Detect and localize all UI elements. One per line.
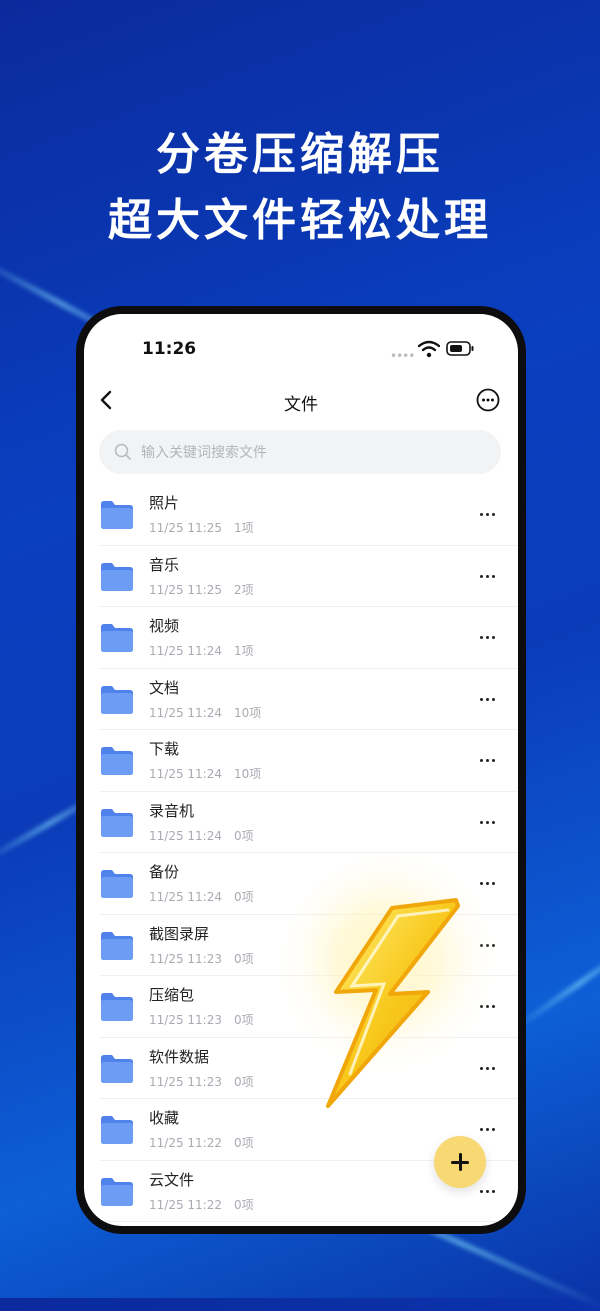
folder-name: 备份 — [149, 863, 180, 881]
more-icon[interactable] — [474, 748, 502, 772]
more-icon[interactable] — [474, 687, 502, 711]
folder-date: 11/25 11:23 — [149, 951, 222, 966]
folder-meta: 11/25 11:23 0项 — [149, 1011, 254, 1028]
page-title: 文件 — [284, 395, 318, 415]
folder-meta: 11/25 11:25 2项 — [149, 581, 254, 598]
folder-count: 0项 — [233, 828, 254, 843]
phone-screen: 11:26 •••• 文件 输入关键词搜索文件 照片 11/25 11:25 1… — [84, 314, 518, 1226]
folder-count: 0项 — [233, 951, 254, 966]
status-bar: 11:26 •••• — [84, 314, 518, 364]
folder-name: 视频 — [149, 617, 180, 635]
more-icon[interactable] — [474, 1117, 502, 1141]
nav-bar: 文件 — [84, 376, 518, 424]
folder-icon — [101, 1177, 133, 1206]
list-item[interactable]: 软件数据 11/25 11:23 0项 — [99, 1038, 518, 1099]
folder-date: 11/25 11:23 — [149, 1074, 222, 1089]
folder-date: 11/25 11:24 — [149, 644, 222, 658]
folder-icon — [101, 747, 133, 775]
search-input[interactable] — [139, 430, 483, 476]
more-icon[interactable] — [474, 871, 502, 895]
folder-name: 云文件 — [149, 1170, 195, 1189]
list-item[interactable]: 备份 11/25 11:24 0项 — [99, 853, 518, 915]
folder-icon — [101, 685, 133, 714]
folder-count: 2项 — [233, 582, 254, 597]
folder-count: 0项 — [233, 1013, 254, 1027]
folder-icon — [101, 808, 133, 837]
folder-name: 截图录屏 — [149, 924, 210, 943]
more-icon[interactable] — [474, 994, 502, 1018]
folder-date: 11/25 11:23 — [149, 1013, 222, 1027]
folder-icon — [101, 870, 133, 898]
folder-icon — [101, 501, 133, 529]
more-icon[interactable] — [474, 933, 502, 957]
folder-icon — [101, 562, 133, 591]
wifi-icon — [418, 340, 440, 358]
status-time: 11:26 — [142, 339, 197, 359]
list-item[interactable]: 录音机 11/25 11:24 0项 — [99, 792, 518, 853]
add-button[interactable] — [434, 1136, 486, 1188]
folder-name: 录音机 — [149, 801, 195, 820]
folder-name: 文档 — [149, 678, 180, 697]
folder-name: 下载 — [149, 740, 180, 758]
signal-dots: •••• — [390, 349, 415, 363]
promo-headline-line2: 超大文件轻松处理 — [108, 195, 492, 246]
folder-name: 照片 — [149, 494, 180, 512]
folder-date: 11/25 11:24 — [149, 828, 222, 843]
folder-date: 11/25 11:22 — [149, 1136, 222, 1150]
folder-icon — [101, 993, 133, 1021]
battery-icon — [446, 341, 474, 356]
folder-meta: 11/25 11:22 0项 — [149, 1134, 254, 1151]
list-item[interactable]: 文档 11/25 11:24 10项 — [99, 669, 518, 730]
folder-date: 11/25 11:24 — [149, 890, 222, 904]
more-icon[interactable] — [474, 1056, 502, 1080]
folder-meta: 11/25 11:24 1项 — [149, 642, 254, 659]
more-icon[interactable] — [474, 564, 502, 588]
folder-meta: 11/25 11:24 10项 — [149, 704, 261, 721]
folder-date: 11/25 11:24 — [149, 705, 222, 720]
more-icon[interactable] — [474, 810, 502, 834]
folder-count: 0项 — [233, 1197, 254, 1212]
folder-date: 11/25 11:25 — [149, 582, 222, 597]
folder-meta: 11/25 11:24 0项 — [149, 827, 254, 844]
folder-meta: 11/25 11:24 0项 — [149, 888, 254, 905]
more-icon[interactable] — [474, 625, 502, 649]
folder-meta: 11/25 11:24 10项 — [149, 765, 261, 782]
folder-icon — [101, 1054, 133, 1083]
list-item[interactable]: 照片 11/25 11:25 1项 — [99, 484, 518, 546]
list-item[interactable]: 音乐 11/25 11:25 2项 — [99, 546, 518, 607]
list-item[interactable]: 压缩包 11/25 11:23 0项 — [99, 976, 518, 1038]
folder-meta: 11/25 11:23 0项 — [149, 950, 254, 967]
folder-icon — [101, 624, 133, 652]
more-circle-icon[interactable] — [476, 388, 500, 412]
folder-date: 11/25 11:25 — [149, 521, 222, 535]
folder-count: 0项 — [233, 1074, 254, 1089]
folder-icon — [101, 1116, 133, 1144]
folder-list: 照片 11/25 11:25 1项 音乐 11/25 11:25 2项 视频 11/25 11… — [84, 484, 518, 1222]
list-item[interactable]: 下载 11/25 11:24 10项 — [99, 730, 518, 792]
more-icon[interactable] — [474, 502, 502, 526]
folder-name: 压缩包 — [149, 986, 195, 1004]
folder-date: 11/25 11:22 — [149, 1197, 222, 1212]
folder-date: 11/25 11:24 — [149, 767, 222, 781]
folder-name: 收藏 — [149, 1109, 180, 1127]
folder-meta: 11/25 11:22 0项 — [149, 1196, 254, 1213]
folder-meta: 11/25 11:23 0项 — [149, 1073, 254, 1090]
search-icon — [114, 443, 131, 460]
folder-name: 音乐 — [149, 555, 180, 574]
folder-count: 0项 — [233, 890, 254, 904]
more-icon[interactable] — [474, 1179, 502, 1203]
list-item[interactable]: 视频 11/25 11:24 1项 — [99, 607, 518, 669]
search-bar[interactable] — [99, 430, 501, 476]
folder-count: 1项 — [233, 644, 254, 658]
phone-frame: 11:26 •••• 文件 输入关键词搜索文件 照片 11/25 11:25 1… — [76, 306, 526, 1234]
folder-icon — [101, 931, 133, 960]
folder-count: 10项 — [233, 767, 262, 781]
folder-count: 0项 — [233, 1136, 254, 1150]
folder-meta: 11/25 11:25 1项 — [149, 519, 254, 536]
folder-count: 1项 — [233, 521, 254, 535]
folder-name: 软件数据 — [149, 1047, 210, 1066]
list-item[interactable]: 截图录屏 11/25 11:23 0项 — [99, 915, 518, 976]
folder-count: 10项 — [233, 705, 262, 720]
promo-headline-line1: 分卷压缩解压 — [156, 129, 444, 180]
